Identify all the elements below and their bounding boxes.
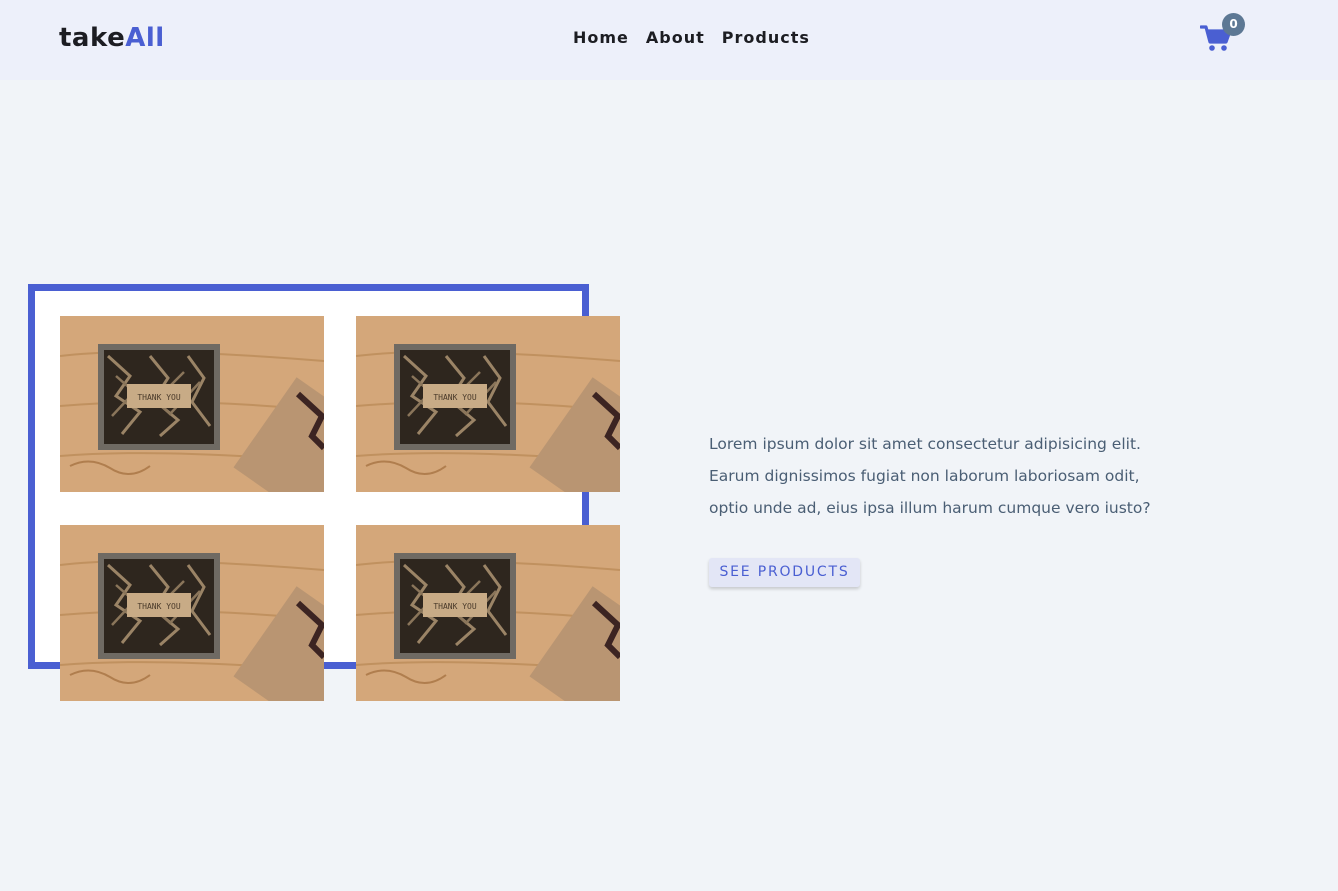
product-image: THANK YOU bbox=[356, 525, 620, 701]
thank-you-tag-text: THANK YOU bbox=[137, 602, 181, 611]
see-products-button[interactable]: SEE PRODUCTS bbox=[709, 558, 860, 587]
nav-link-about[interactable]: About bbox=[646, 28, 705, 48]
product-image: THANK YOU bbox=[356, 316, 620, 492]
thank-you-tag-text: THANK YOU bbox=[433, 602, 477, 611]
nav-link-home[interactable]: Home bbox=[573, 28, 629, 48]
top-navbar: takeAll Home About Products 0 bbox=[0, 0, 1338, 80]
hero-description: Lorem ipsum dolor sit amet consectetur a… bbox=[709, 435, 1151, 517]
logo[interactable]: takeAll bbox=[59, 22, 165, 54]
product-image: THANK YOU bbox=[60, 525, 324, 701]
product-image: THANK YOU bbox=[60, 316, 324, 492]
cart-count-badge: 0 bbox=[1222, 13, 1245, 36]
nav-link-products[interactable]: Products bbox=[722, 28, 810, 48]
thank-you-tag-text: THANK YOU bbox=[433, 393, 477, 402]
logo-text-take: take bbox=[59, 23, 126, 53]
logo-text-all: All bbox=[125, 23, 165, 53]
thank-you-tag-text: THANK YOU bbox=[137, 393, 181, 402]
main-nav: Home About Products bbox=[573, 28, 810, 48]
